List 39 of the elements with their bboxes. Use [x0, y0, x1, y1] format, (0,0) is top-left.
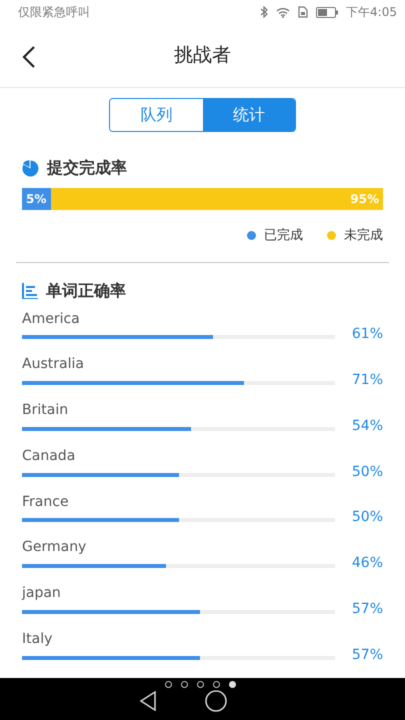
wifi-icon — [276, 6, 290, 18]
percent-value: 54% — [350, 416, 383, 436]
word-category: Italy — [22, 631, 54, 648]
sim-icon — [298, 6, 308, 18]
legend-label: 已完成 — [264, 227, 303, 245]
word-category: America — [22, 310, 81, 328]
page-dot[interactable] — [229, 681, 236, 688]
page-dot[interactable] — [165, 681, 172, 688]
page-dot[interactable] — [213, 681, 220, 688]
word-category: Australia — [22, 356, 85, 374]
percent-value: 57% — [350, 600, 383, 620]
word-category: Canada — [22, 448, 76, 465]
word-category: Britain — [22, 402, 70, 419]
back-button[interactable] — [22, 44, 36, 69]
word-category: Germany — [22, 539, 88, 556]
battery-icon — [316, 6, 338, 18]
pie-chart-icon — [22, 160, 39, 176]
clock-text: 下午4:05 — [346, 4, 397, 21]
percent-value: 61% — [350, 325, 383, 344]
legend-label: 未完成 — [344, 227, 383, 245]
bluetooth-icon — [260, 6, 268, 18]
page-dot[interactable] — [197, 681, 204, 688]
percent-value: 57% — [350, 646, 383, 665]
percent-value: 50% — [350, 508, 383, 528]
percent-value: 71% — [350, 371, 383, 390]
tab[interactable]: 统计 — [202, 99, 295, 131]
percent-value: 50% — [350, 462, 383, 482]
bar-chart-icon — [22, 282, 38, 298]
page-dot[interactable] — [181, 681, 188, 688]
section-title: 提交完成率 — [47, 157, 127, 179]
back-nav-icon[interactable] — [138, 691, 156, 711]
percent-value: 46% — [350, 554, 383, 574]
carrier-text: 仅限紧急呼叫 — [18, 4, 90, 21]
section-title: 单词正确率 — [46, 280, 126, 302]
bar-segment: 5% — [22, 188, 51, 210]
page-title: 挑战者 — [174, 43, 231, 68]
word-category: japan — [22, 585, 62, 602]
home-nav-icon[interactable] — [204, 690, 226, 712]
word-category: France — [22, 494, 70, 510]
